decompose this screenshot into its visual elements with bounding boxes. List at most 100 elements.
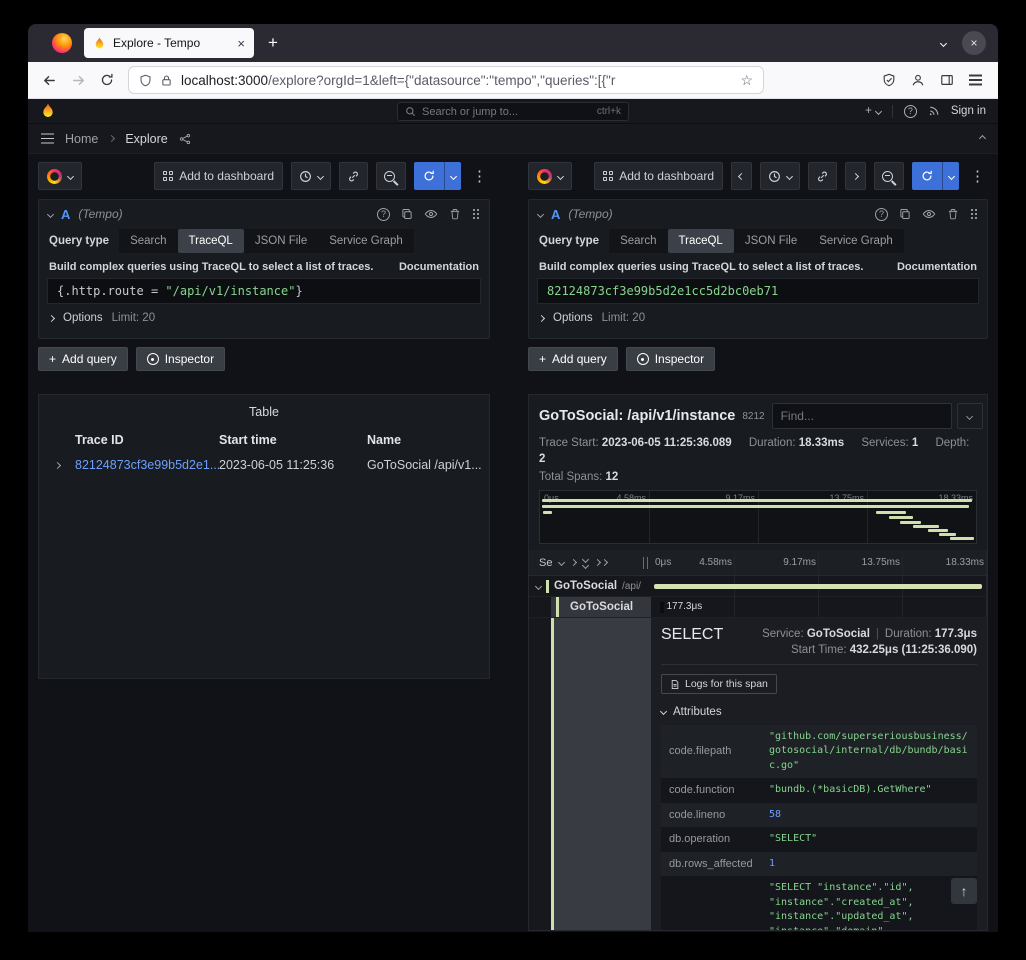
help-icon[interactable]: ?	[904, 105, 917, 118]
collapse-query-chevron-icon[interactable]	[47, 210, 54, 217]
zoom-out-button[interactable]	[874, 162, 904, 190]
run-options-chevron-icon[interactable]	[942, 162, 959, 190]
expand-all-icon[interactable]	[583, 557, 588, 569]
tab-json-file[interactable]: JSON File	[244, 229, 318, 253]
duplicate-query-icon[interactable]	[401, 208, 413, 220]
span-collapse-chevron-icon[interactable]	[535, 582, 542, 589]
extension-shield-icon[interactable]	[882, 73, 896, 87]
tab-service-graph[interactable]: Service Graph	[318, 229, 414, 253]
copy-link-button[interactable]	[808, 162, 837, 190]
refresh-icon[interactable]	[414, 162, 444, 190]
attributes-section-header[interactable]: Attributes	[661, 706, 977, 718]
run-query-button[interactable]	[414, 162, 461, 190]
mega-menu-icon[interactable]	[41, 138, 54, 140]
find-next-button[interactable]	[957, 403, 983, 429]
list-tabs-chevron-icon[interactable]	[931, 41, 956, 46]
time-shift-back-button[interactable]	[731, 162, 752, 190]
options-row[interactable]: Options Limit: 20	[537, 304, 979, 332]
breadcrumb-current[interactable]: Explore	[125, 132, 167, 146]
add-to-dashboard-button[interactable]: Add to dashboard	[154, 162, 283, 190]
disable-query-eye-icon[interactable]	[922, 207, 936, 221]
collapse-all-icon[interactable]	[595, 560, 607, 565]
duplicate-query-icon[interactable]	[899, 208, 911, 220]
forward-button[interactable]	[65, 73, 92, 88]
table-row[interactable]: 82124873cf3e99b5d2e1... 2023-06-05 11:25…	[39, 453, 489, 477]
span-row-root[interactable]: GoToSocial /api/	[529, 576, 987, 597]
copy-link-button[interactable]	[339, 162, 368, 190]
grafana-logo[interactable]	[40, 103, 56, 119]
column-header-name[interactable]: Name	[367, 433, 489, 447]
tab-search[interactable]: Search	[609, 229, 667, 253]
time-picker-button[interactable]	[291, 162, 331, 190]
documentation-link[interactable]: Documentation	[897, 261, 977, 273]
new-tab-button[interactable]: +	[260, 33, 286, 53]
global-search[interactable]: ctrl+k	[397, 102, 629, 121]
disable-query-eye-icon[interactable]	[424, 207, 438, 221]
add-to-dashboard-button[interactable]: Add to dashboard	[594, 162, 723, 190]
datasource-picker[interactable]	[528, 162, 572, 190]
expand-one-icon[interactable]	[570, 559, 577, 566]
inspector-button[interactable]: Inspector	[626, 347, 715, 371]
delete-query-trash-icon[interactable]	[947, 208, 959, 220]
tab-search[interactable]: Search	[119, 229, 177, 253]
query-help-icon[interactable]: ?	[377, 208, 390, 221]
trace-id-link[interactable]: 82124873cf3e99b5d2e1...	[75, 458, 219, 472]
share-icon[interactable]	[179, 133, 191, 145]
reload-button[interactable]	[94, 73, 120, 87]
selected-span-bar[interactable]	[660, 602, 664, 613]
menu-icon[interactable]	[969, 79, 982, 81]
collapse-query-chevron-icon[interactable]	[537, 210, 544, 217]
logs-for-span-button[interactable]: Logs for this span	[661, 674, 777, 694]
refresh-icon[interactable]	[912, 162, 942, 190]
span-duration-bar[interactable]	[654, 584, 982, 589]
browser-tab[interactable]: Explore - Tempo ×	[84, 28, 254, 58]
tab-traceql[interactable]: TraceQL	[668, 229, 734, 253]
drag-handle-icon[interactable]	[970, 208, 978, 220]
row-expand-chevron-icon[interactable]	[55, 463, 60, 468]
datasource-picker[interactable]	[38, 162, 82, 190]
service-operation-column-label[interactable]: Se	[539, 557, 552, 569]
span-row-selected[interactable]: GoToSocial 177.3μs	[529, 597, 987, 618]
window-close-button[interactable]: ×	[962, 31, 986, 55]
tab-service-graph[interactable]: Service Graph	[808, 229, 904, 253]
drag-handle-icon[interactable]	[472, 208, 480, 220]
options-row[interactable]: Options Limit: 20	[47, 304, 481, 332]
pane-kebab-menu[interactable]: ⋮	[967, 167, 988, 185]
back-button[interactable]	[36, 73, 63, 88]
sign-in-link[interactable]: Sign in	[951, 105, 986, 117]
account-icon[interactable]	[911, 73, 925, 87]
run-options-chevron-icon[interactable]	[444, 162, 461, 190]
documentation-link[interactable]: Documentation	[399, 261, 479, 273]
site-info-lock-icon[interactable]	[160, 74, 173, 87]
trace-minimap[interactable]: 0μs 4.58ms 9.17ms 13.75ms 18.33ms	[539, 490, 977, 544]
news-rss-icon[interactable]	[928, 105, 940, 117]
column-header-start-time[interactable]: Start time	[219, 433, 367, 447]
time-picker-button[interactable]	[760, 162, 800, 190]
tab-traceql[interactable]: TraceQL	[178, 229, 244, 253]
query-help-icon[interactable]: ?	[875, 208, 888, 221]
sidebar-icon[interactable]	[940, 73, 954, 87]
add-query-button[interactable]: +Add query	[528, 347, 618, 371]
pane-kebab-menu[interactable]: ⋮	[469, 167, 490, 185]
tracking-shield-icon[interactable]	[139, 74, 152, 87]
zoom-out-button[interactable]	[376, 162, 406, 190]
collapse-chevron-icon[interactable]	[979, 135, 986, 142]
tab-close-icon[interactable]: ×	[237, 36, 245, 51]
search-input[interactable]	[422, 106, 591, 118]
tab-json-file[interactable]: JSON File	[734, 229, 808, 253]
column-resizer-handle[interactable]	[643, 557, 648, 569]
run-query-button[interactable]	[912, 162, 959, 190]
time-shift-forward-button[interactable]	[845, 162, 866, 190]
add-query-button[interactable]: +Add query	[38, 347, 128, 371]
new-menu-button[interactable]: +	[865, 105, 881, 117]
delete-query-trash-icon[interactable]	[449, 208, 461, 220]
traceql-query-input[interactable]: {.http.route = "/api/v1/instance"}	[47, 278, 481, 304]
bookmark-star-icon[interactable]: ☆	[740, 72, 753, 89]
column-header-trace-id[interactable]: Trace ID	[75, 433, 219, 447]
breadcrumb-home[interactable]: Home	[65, 132, 98, 146]
inspector-button[interactable]: Inspector	[136, 347, 225, 371]
sort-chevron-icon[interactable]	[558, 559, 565, 566]
scroll-to-top-button[interactable]: ↑	[951, 878, 977, 904]
find-input[interactable]	[772, 403, 952, 429]
url-bar[interactable]: localhost:3000/explore?orgId=1&left={"da…	[128, 66, 764, 94]
